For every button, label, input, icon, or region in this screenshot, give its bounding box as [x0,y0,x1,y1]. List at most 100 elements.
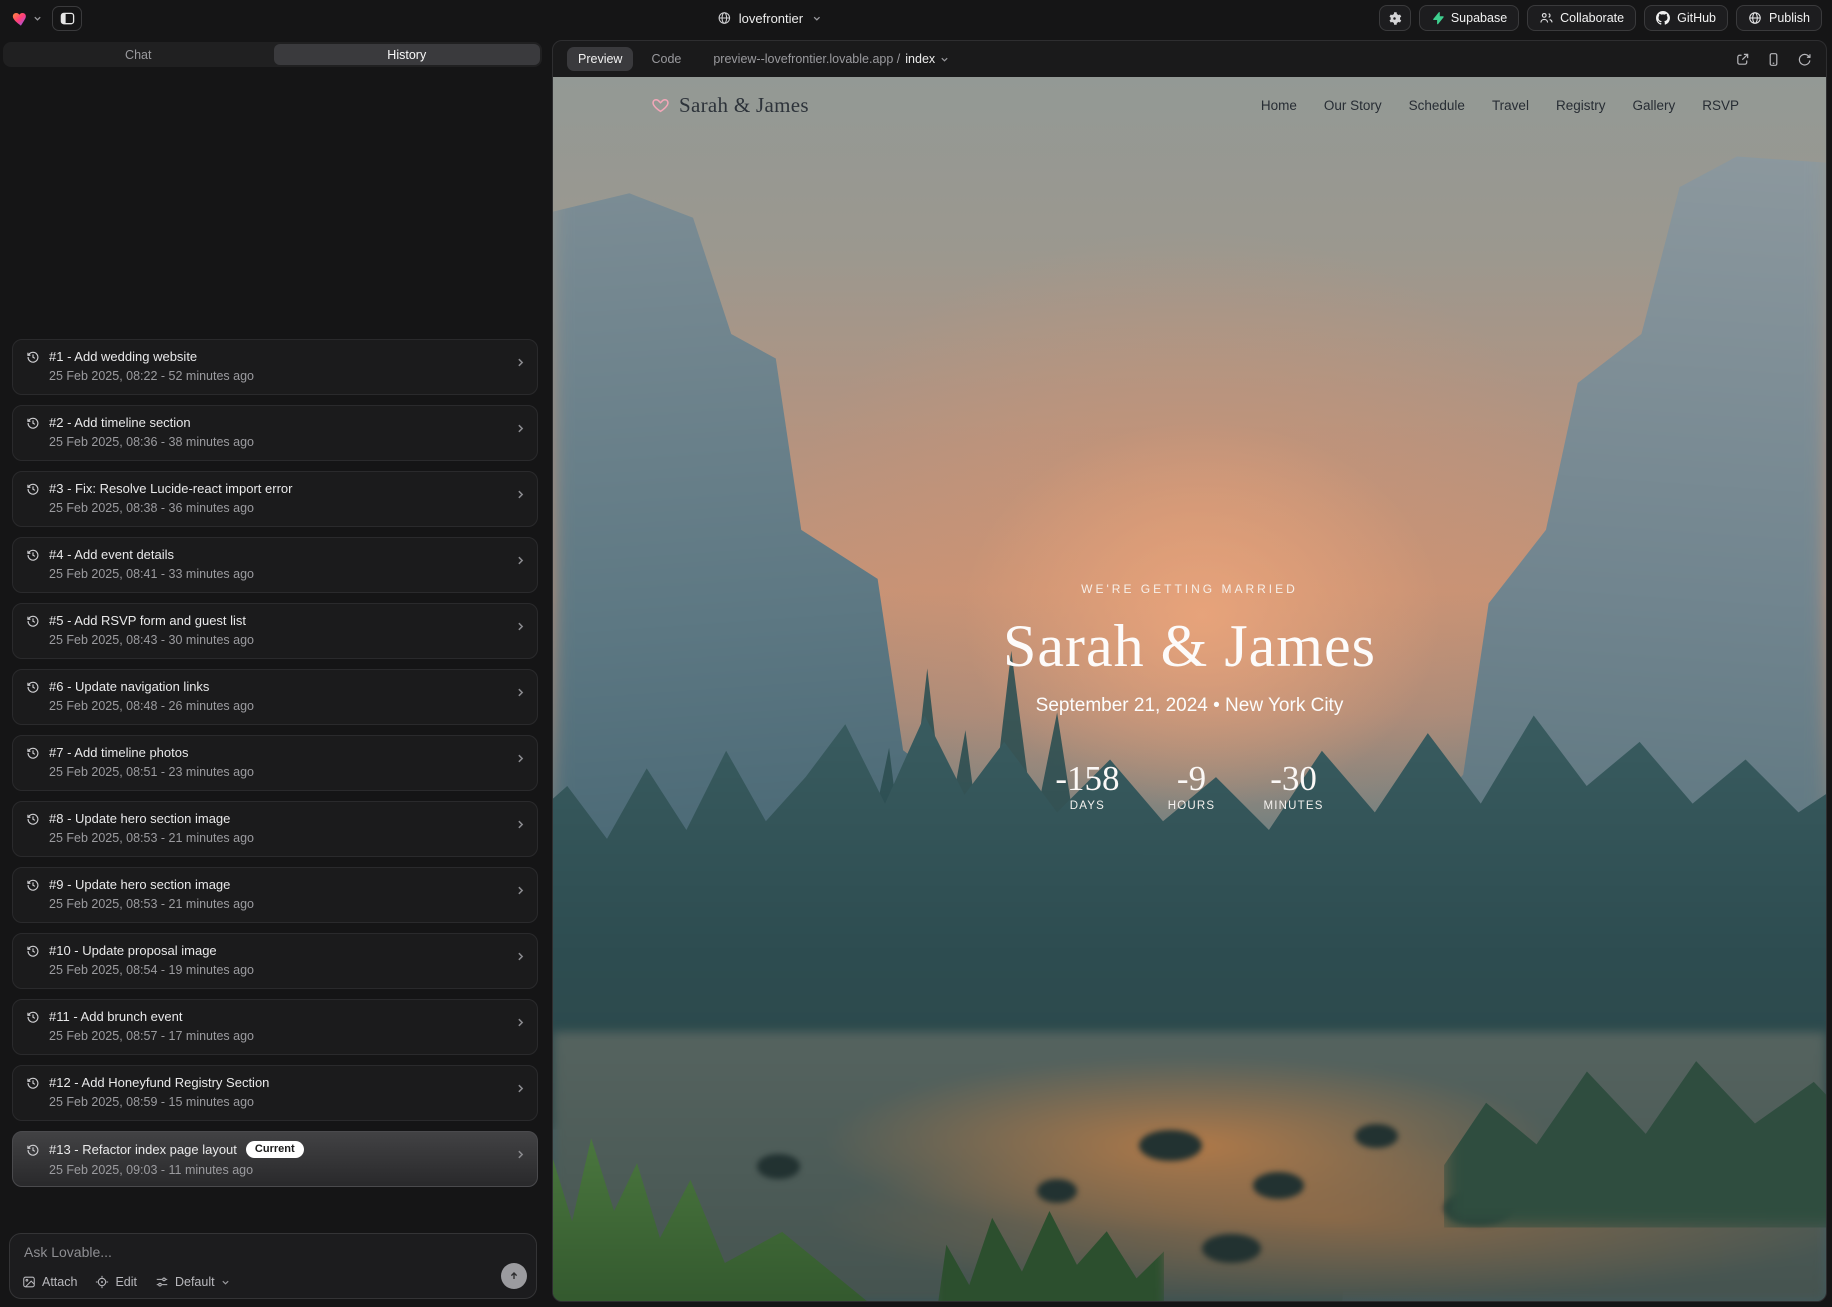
history-item[interactable]: #13 - Refactor index page layout Current… [12,1131,538,1187]
composer: Attach Edit Default [9,1233,537,1299]
sidebar: Chat History #1 - Add wedding website 25… [0,36,546,1307]
site-nav-link[interactable]: Our Story [1324,98,1382,113]
history-item-title: #11 - Add brunch event [49,1009,182,1024]
history-item[interactable]: #8 - Update hero section image 25 Feb 20… [12,801,538,857]
github-button[interactable]: GitHub [1644,5,1728,31]
preview-toolbar: Preview Code preview--lovefrontier.lovab… [553,41,1826,77]
chevron-down-icon [940,55,949,64]
topbar: lovefrontier Supabase [0,0,1832,36]
panel-left-icon [60,11,75,26]
history-item-timestamp: 25 Feb 2025, 08:41 - 33 minutes ago [49,567,523,581]
chevron-right-icon [515,1149,526,1160]
site-nav-link[interactable]: Registry [1556,98,1606,113]
sidebar-tabs: Chat History [3,42,542,67]
history-item[interactable]: #4 - Add event details 25 Feb 2025, 08:4… [12,537,538,593]
history-item-title: #12 - Add Honeyfund Registry Section [49,1075,269,1090]
publish-button[interactable]: Publish [1736,5,1822,31]
history-item-title: #5 - Add RSVP form and guest list [49,613,246,628]
history-item-timestamp: 25 Feb 2025, 09:03 - 11 minutes ago [49,1163,523,1177]
history-item-title: #8 - Update hero section image [49,811,230,826]
chevron-right-icon [515,555,526,566]
history-item-timestamp: 25 Feb 2025, 08:22 - 52 minutes ago [49,369,523,383]
history-item-timestamp: 25 Feb 2025, 08:53 - 21 minutes ago [49,831,523,845]
history-item[interactable]: #3 - Fix: Resolve Lucide-react import er… [12,471,538,527]
tab-code[interactable]: Code [643,47,689,71]
history-item-title: #1 - Add wedding website [49,349,197,364]
hero-section: WE'RE GETTING MARRIED Sarah & James Sept… [553,582,1826,812]
history-item-timestamp: 25 Feb 2025, 08:54 - 19 minutes ago [49,963,523,977]
tab-preview[interactable]: Preview [567,47,633,71]
history-icon [26,680,40,694]
site-nav-link[interactable]: Schedule [1409,98,1465,113]
history-icon [26,746,40,760]
history-icon [26,1076,40,1090]
preview-url[interactable]: preview--lovefrontier.lovable.app / inde… [713,52,949,66]
history-item-title: #9 - Update hero section image [49,877,230,892]
refresh-button[interactable] [1797,52,1812,67]
open-in-new-tab-button[interactable] [1735,52,1750,67]
globe-icon [718,11,732,25]
chevron-right-icon [515,951,526,962]
history-item[interactable]: #2 - Add timeline section 25 Feb 2025, 0… [12,405,538,461]
tab-chat[interactable]: Chat [5,44,272,65]
history-item[interactable]: #12 - Add Honeyfund Registry Section 25 … [12,1065,538,1121]
site-nav-link[interactable]: Travel [1492,98,1529,113]
lovable-logo-menu[interactable] [10,9,42,28]
countdown-item: -9 HOURS [1162,761,1222,812]
chevron-right-icon [515,357,526,368]
chat-input[interactable] [24,1244,496,1260]
history-item[interactable]: #10 - Update proposal image 25 Feb 2025,… [12,933,538,989]
history-item-title: #2 - Add timeline section [49,415,191,430]
countdown-label: MINUTES [1264,800,1324,812]
countdown-label: HOURS [1162,800,1222,812]
collaborate-button[interactable]: Collaborate [1527,5,1636,31]
history-item[interactable]: #7 - Add timeline photos 25 Feb 2025, 08… [12,735,538,791]
history-item-title: #6 - Update navigation links [49,679,209,694]
history-item[interactable]: #1 - Add wedding website 25 Feb 2025, 08… [12,339,538,395]
github-icon [1656,11,1670,25]
history-icon [26,1143,40,1157]
mode-select[interactable]: Default [155,1275,230,1289]
countdown-value: -158 [1055,761,1119,796]
send-button[interactable] [501,1263,527,1289]
history-icon [26,416,40,430]
current-badge: Current [246,1141,304,1158]
image-icon [22,1275,36,1289]
arrow-up-icon [508,1270,520,1282]
gear-icon [1387,11,1402,26]
history-icon [26,944,40,958]
hero-date: September 21, 2024 • New York City [553,695,1826,717]
countdown-value: -9 [1162,761,1222,796]
history-item-title: #4 - Add event details [49,547,174,562]
edit-button[interactable]: Edit [95,1275,137,1289]
history-item[interactable]: #5 - Add RSVP form and guest list 25 Feb… [12,603,538,659]
history-item-timestamp: 25 Feb 2025, 08:43 - 30 minutes ago [49,633,523,647]
refresh-icon [1797,52,1812,67]
preview-panel: Preview Code preview--lovefrontier.lovab… [552,40,1827,1302]
attach-button[interactable]: Attach [22,1275,77,1289]
site-nav: Home Our Story Schedule Travel Registry Galle… [1261,98,1739,113]
history-item-title: #10 - Update proposal image [49,943,217,958]
history-item-title: #3 - Fix: Resolve Lucide-react import er… [49,481,292,496]
site-nav-link[interactable]: RSVP [1702,98,1739,113]
supabase-icon [1431,11,1444,25]
history-icon [26,1010,40,1024]
sidebar-toggle-button[interactable] [52,6,82,31]
mobile-view-button[interactable] [1766,52,1781,67]
supabase-button[interactable]: Supabase [1419,5,1519,31]
chevron-right-icon [515,1083,526,1094]
history-item[interactable]: #6 - Update navigation links 25 Feb 2025… [12,669,538,725]
project-switcher[interactable]: lovefrontier [718,11,821,26]
history-item-timestamp: 25 Feb 2025, 08:36 - 38 minutes ago [49,435,523,449]
history-item[interactable]: #11 - Add brunch event 25 Feb 2025, 08:5… [12,999,538,1055]
site-logo[interactable]: Sarah & James [651,93,809,118]
settings-button[interactable] [1379,5,1411,31]
site-nav-link[interactable]: Gallery [1632,98,1675,113]
chevron-down-icon [221,1278,230,1287]
history-item[interactable]: #9 - Update hero section image 25 Feb 20… [12,867,538,923]
chevron-down-icon [812,14,821,23]
history-item-timestamp: 25 Feb 2025, 08:59 - 15 minutes ago [49,1095,523,1109]
history-item-timestamp: 25 Feb 2025, 08:57 - 17 minutes ago [49,1029,523,1043]
site-nav-link[interactable]: Home [1261,98,1297,113]
tab-history[interactable]: History [274,44,541,65]
